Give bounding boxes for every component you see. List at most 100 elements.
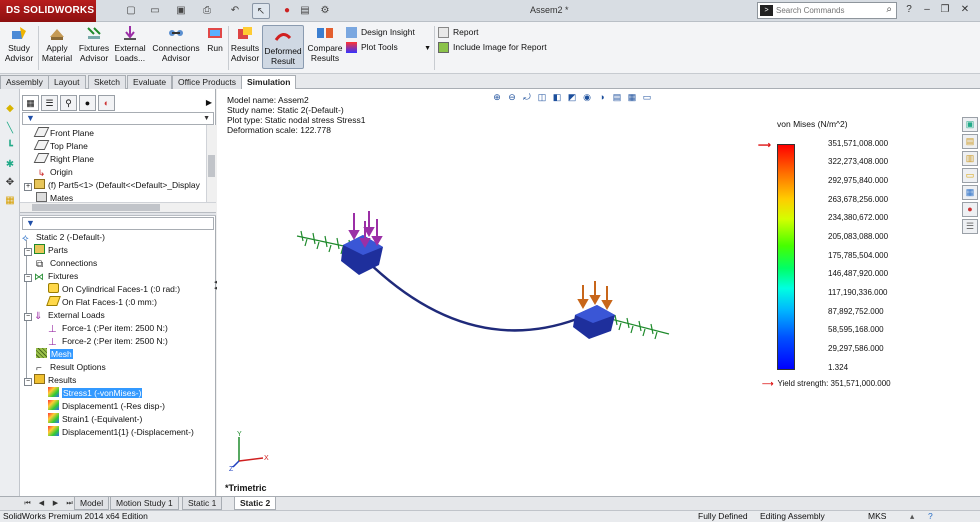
apply-material-button[interactable]: Apply Material (40, 25, 74, 63)
appearance-manager-tab-icon[interactable]: ● (79, 95, 96, 111)
help-question-icon[interactable]: ? (902, 3, 916, 17)
collapse-icon[interactable]: − (24, 248, 32, 256)
scroll-thumb[interactable] (32, 204, 160, 211)
mate-tool-icon[interactable]: ┗ (4, 141, 16, 153)
filter-dropdown-icon[interactable]: ▼ (203, 113, 210, 124)
scroll-thumb[interactable] (208, 155, 215, 177)
property-manager-tab-icon[interactable]: ☰ (41, 95, 58, 111)
tabs-scroll-right-icon[interactable]: ▶ (206, 98, 212, 107)
tree-item-origin[interactable]: ↳ Origin (36, 166, 73, 179)
file-properties-icon[interactable]: ▤ (296, 3, 314, 19)
search-commands[interactable]: > ⌕ (757, 2, 897, 19)
help-icon[interactable]: ? (928, 511, 933, 522)
tree-item-external-loads[interactable]: − ⇓ External Loads (24, 309, 105, 322)
fixtures-advisor-button[interactable]: Fixtures Advisor (77, 25, 111, 63)
status-units[interactable]: MKS (868, 511, 886, 522)
tab-sketch[interactable]: Sketch (88, 75, 126, 89)
tree-item-stress1[interactable]: Stress1 (-vonMises-) (48, 387, 143, 400)
dimxpert-tab-icon[interactable]: ◐ (98, 95, 115, 111)
tab-motion-study-1[interactable]: Motion Study 1 (110, 497, 179, 510)
collapse-icon[interactable]: − (24, 274, 32, 282)
run-button[interactable]: Run (204, 25, 226, 53)
tree-item-force-1[interactable]: ⊥ Force-1 (:Per item: 2500 N:) (48, 322, 168, 335)
upper-tree-vertical-scrollbar[interactable] (206, 125, 216, 202)
tree-item-right-plane[interactable]: Right Plane (33, 153, 94, 166)
external-loads-button[interactable]: External Loads... (113, 25, 147, 63)
stress-colorbar[interactable] (777, 144, 795, 370)
report-button[interactable]: Report (438, 25, 479, 39)
study-advisor-button[interactable]: Study Advisor (4, 25, 34, 63)
tree-item-displacement1[interactable]: Displacement1 (-Res disp-) (48, 400, 165, 413)
select-pointer-icon[interactable]: ↖ (252, 3, 270, 19)
tree-item-top-plane[interactable]: Top Plane (33, 140, 88, 153)
tab-simulation[interactable]: Simulation (241, 75, 297, 90)
tab-static-2[interactable]: Static 2 (234, 497, 277, 510)
new-document-icon[interactable]: ▢ (122, 3, 140, 19)
plot-tools-dropdown-icon[interactable]: ▼ (424, 45, 431, 52)
deformed-result-button[interactable]: Deformed Result (262, 25, 304, 69)
tree-item-part5[interactable]: + (f) Part5<1> (Default<<Default>_Display (24, 179, 200, 192)
tree-item-mesh[interactable]: Mesh (36, 348, 73, 361)
tree-item-result-options[interactable]: ⌐ Result Options (36, 361, 106, 374)
tab-layout[interactable]: Layout (48, 75, 86, 89)
previous-tab-icon[interactable]: ◀ (36, 498, 47, 509)
close-icon[interactable]: ✕ (958, 3, 972, 17)
tree-item-fixture-flat[interactable]: On Flat Faces-1 (:0 mm:) (46, 296, 157, 309)
tree-item-front-plane[interactable]: Front Plane (33, 127, 94, 140)
compare-results-button[interactable]: Compare Results (306, 25, 344, 63)
rebuild-traffic-light-icon[interactable]: ● (278, 3, 296, 19)
search-input[interactable] (776, 4, 880, 17)
tree-item-results[interactable]: − Results (24, 374, 76, 387)
minimize-icon[interactable]: – (920, 3, 934, 17)
options-gear-icon[interactable]: ⚙ (316, 3, 334, 19)
study-tree-filter[interactable]: ▼ (22, 217, 214, 230)
folder-icon[interactable]: ▭ (962, 168, 978, 183)
tree-item-displacement1-1[interactable]: Displacement1{1} (-Displacement-) (48, 426, 194, 439)
graphics-area[interactable]: Model name: Assem2 Study name: Static 2(… (217, 89, 980, 496)
first-tab-icon[interactable]: ⏮ (22, 498, 33, 509)
tree-item-fixture-cylindrical[interactable]: On Cylindrical Faces-1 (:0 rad:) (48, 283, 180, 296)
smart-dimension-icon[interactable]: ◆ (4, 103, 16, 115)
tree-item-static2-study[interactable]: ⟡ Static 2 (-Default-) (22, 231, 105, 244)
save-icon[interactable]: ▣ (172, 3, 190, 19)
tree-item-parts[interactable]: − Parts (24, 244, 68, 257)
include-image-for-report-button[interactable]: Include Image for Report (438, 40, 547, 54)
feature-manager-tree-tab-icon[interactable]: ▦ (22, 95, 39, 111)
tab-assembly[interactable]: Assembly (0, 75, 49, 89)
assembly-feature-icon[interactable]: ▦ (4, 195, 16, 207)
plot-tools-button[interactable]: Plot Tools ▼ (346, 40, 431, 54)
tree-item-connections[interactable]: ⧉ Connections (36, 257, 97, 270)
connections-advisor-button[interactable]: Connections Advisor (151, 25, 201, 63)
tab-evaluate[interactable]: Evaluate (127, 75, 173, 89)
configuration-manager-tab-icon[interactable]: ⚲ (60, 95, 77, 111)
results-advisor-button[interactable]: Results Advisor (230, 25, 260, 63)
tree-item-force-2[interactable]: ⊥ Force-2 (:Per item: 2500 N:) (48, 335, 168, 348)
upper-tree-horizontal-scrollbar[interactable] (20, 202, 216, 212)
line-tool-icon[interactable]: ╲ (4, 123, 16, 135)
move-component-icon[interactable]: ✥ (4, 177, 16, 189)
restore-icon[interactable]: ❐ (938, 3, 952, 17)
print-icon[interactable]: ⎙ (198, 3, 216, 19)
tree-splitter[interactable] (20, 212, 216, 216)
search-icon[interactable]: ⌕ (886, 4, 892, 15)
undo-icon[interactable]: ↶ (226, 3, 244, 19)
view-palette-icon[interactable]: ▦ (962, 185, 978, 200)
design-insight-button[interactable]: Design Insight (346, 25, 415, 39)
solidworks-logo[interactable]: DS SOLIDWORKS (0, 0, 96, 22)
status-options-icon[interactable]: ▴ (910, 511, 914, 522)
appearances-icon[interactable]: ● (962, 202, 978, 217)
collapse-icon[interactable]: − (24, 313, 32, 321)
collapse-icon[interactable]: − (24, 378, 32, 386)
tree-item-strain1[interactable]: Strain1 (-Equivalent-) (48, 413, 142, 426)
design-library-icon[interactable]: ▤ (962, 134, 978, 149)
next-tab-icon[interactable]: ▶ (50, 498, 61, 509)
solidworks-resources-icon[interactable]: ▣ (962, 117, 978, 132)
tab-model[interactable]: Model (74, 497, 110, 510)
tab-static-1[interactable]: Static 1 (182, 497, 223, 510)
expand-icon[interactable]: + (24, 183, 32, 191)
custom-properties-icon[interactable]: ☰ (962, 219, 978, 234)
file-explorer-icon[interactable]: ▥ (962, 151, 978, 166)
tree-item-fixtures[interactable]: − ⋈ Fixtures (24, 270, 78, 283)
upper-tree-filter[interactable]: ▼ ▼ (22, 112, 214, 125)
component-tool-icon[interactable]: ✱ (4, 159, 16, 171)
